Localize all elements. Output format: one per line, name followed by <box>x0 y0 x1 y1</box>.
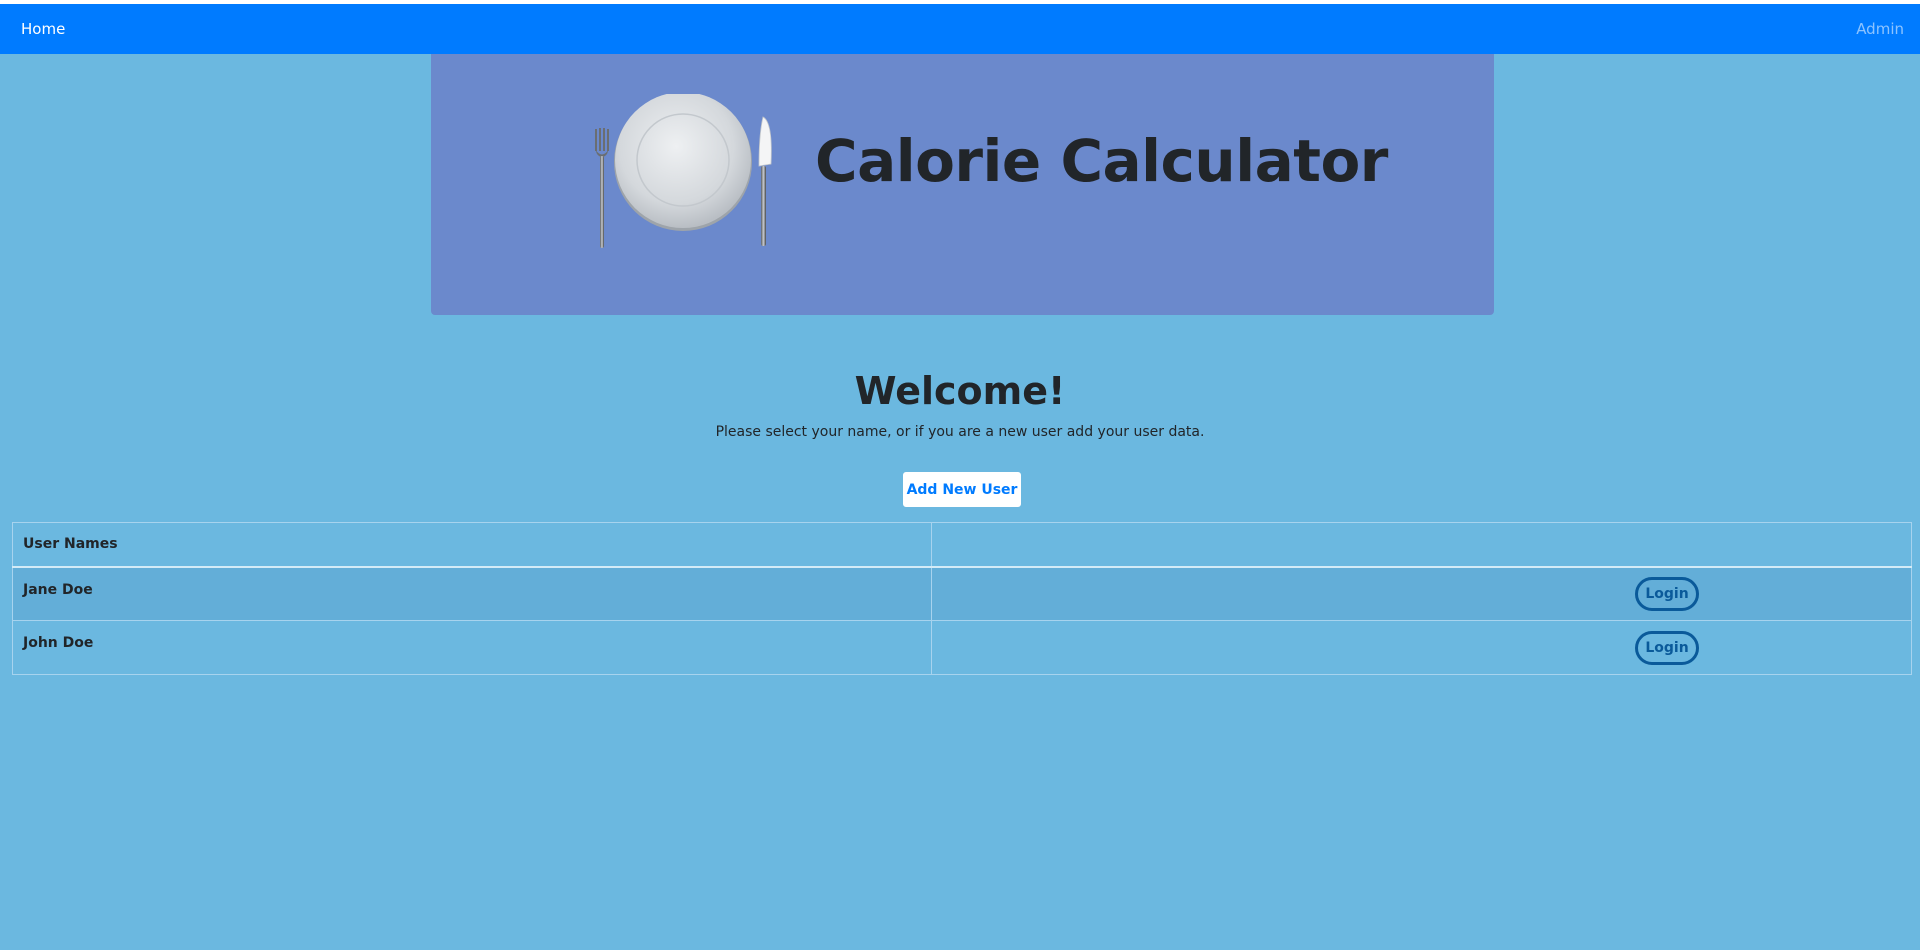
table-row: Jane Doe Login <box>12 566 1912 621</box>
user-name-cell: Jane Doe <box>12 566 932 621</box>
user-table: User Names Jane Doe Login John Doe Login <box>12 522 1912 675</box>
table-header-row: User Names <box>12 522 1912 568</box>
login-button-john-doe[interactable]: Login <box>1635 630 1699 665</box>
login-button-jane-doe[interactable]: Login <box>1635 576 1699 611</box>
column-header-actions <box>931 522 1912 568</box>
action-cell: Login <box>931 566 1912 621</box>
add-new-user-button[interactable]: Add New User <box>903 472 1021 507</box>
nav-admin-link[interactable]: Admin <box>1856 20 1904 38</box>
nav-home-link[interactable]: Home <box>21 20 65 38</box>
fork-shape <box>595 128 609 248</box>
column-header-user-names: User Names <box>12 522 932 568</box>
table-row: John Doe Login <box>12 620 1912 675</box>
action-cell: Login <box>931 620 1912 675</box>
knife-shape <box>758 116 772 246</box>
app-title: Calorie Calculator <box>815 127 1388 195</box>
welcome-heading: Welcome! <box>854 369 1066 413</box>
header-banner: Calorie Calculator <box>431 54 1494 315</box>
welcome-subtitle: Please select your name, or if you are a… <box>715 424 1205 440</box>
navbar: Home Admin <box>0 4 1920 54</box>
plate-fork-knife-icon <box>595 94 772 248</box>
user-name-cell: John Doe <box>12 620 932 675</box>
